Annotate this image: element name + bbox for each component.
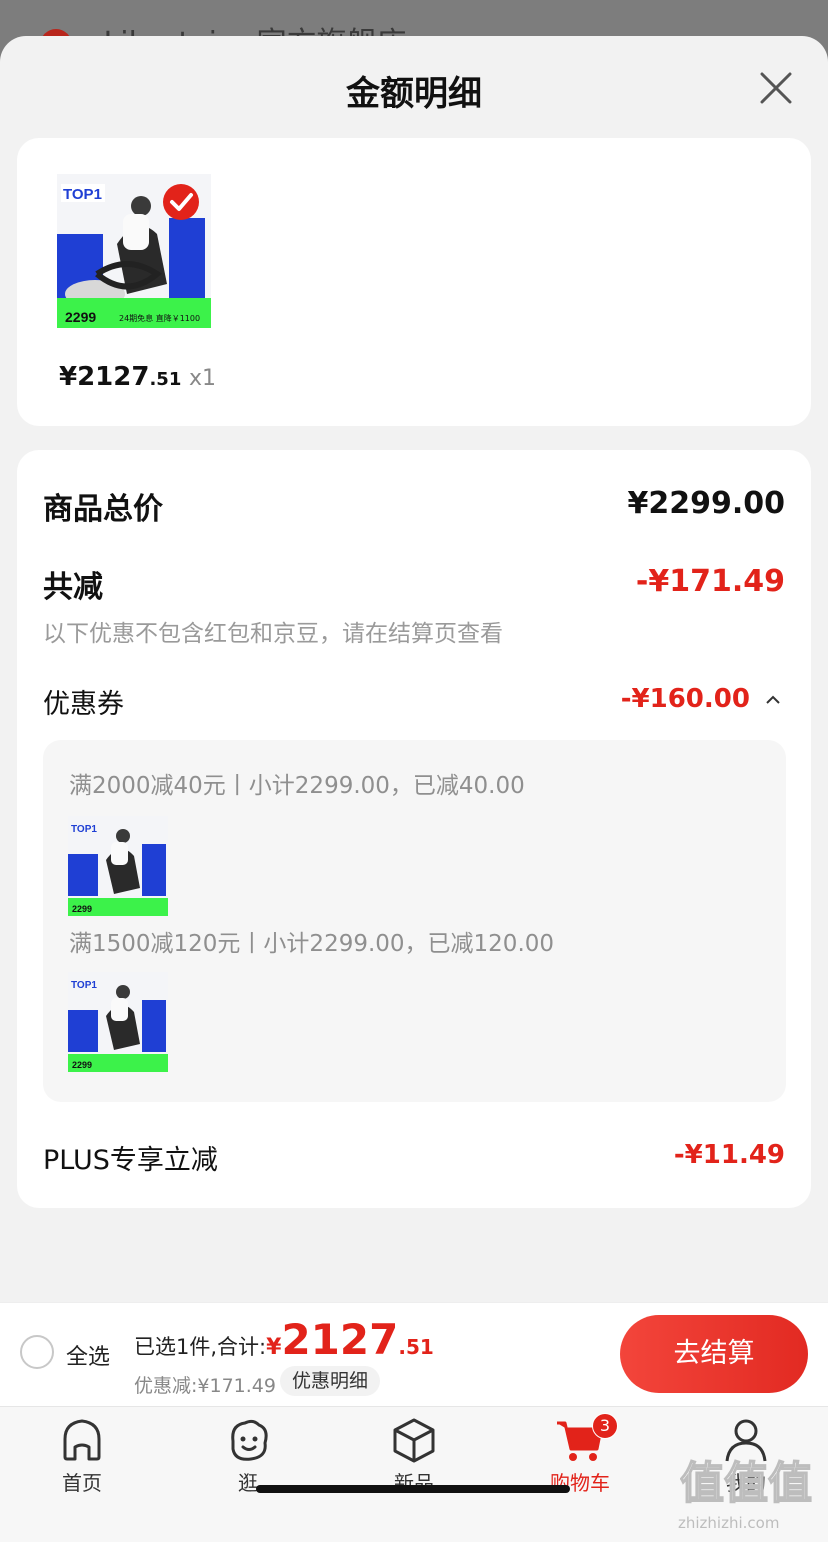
close-button[interactable] bbox=[756, 68, 796, 108]
coupon-thumb-1-price: 2299 bbox=[72, 904, 92, 914]
checkout-button[interactable]: 去结算 bbox=[620, 1315, 808, 1393]
total-reduce-label: 共减 bbox=[43, 570, 103, 605]
coupon-thumb-1-label: TOP1 bbox=[71, 824, 97, 835]
chevron-up-icon bbox=[766, 695, 780, 704]
total-amount-int: 2127 bbox=[281, 1315, 399, 1364]
home-icon bbox=[63, 1419, 101, 1461]
thumb-price: 2299 bbox=[65, 309, 96, 325]
amount-detail-sheet: 金额明细 TOP1 2299 24期免息 直降￥1100 ¥2127.51 x1… bbox=[0, 36, 828, 1542]
product-price-decimal: .51 bbox=[149, 369, 182, 390]
select-all-label[interactable]: 全选 bbox=[66, 1339, 110, 1371]
total-price-value: ¥2299.00 bbox=[627, 486, 785, 521]
price-detail-card: 商品总价 ¥2299.00 共减 -¥171.49 以下优惠不包含红包和京豆，请… bbox=[17, 450, 811, 1208]
coupon-value: -¥160.00 bbox=[620, 684, 750, 714]
coupon-product-thumb-1: TOP1 2299 bbox=[68, 816, 168, 916]
coupon-toggle[interactable]: -¥160.00 bbox=[621, 684, 781, 714]
sheet-title: 金额明细 bbox=[346, 74, 482, 114]
product-price: ¥2127.51 bbox=[59, 362, 181, 392]
total-price-label: 商品总价 bbox=[43, 492, 163, 527]
coupon-item-1: 满2000减40元丨小计2299.00，已减40.00 bbox=[69, 773, 525, 799]
total-yen: ¥ bbox=[266, 1335, 282, 1360]
tab-home[interactable]: 首页 bbox=[22, 1415, 142, 1505]
cube-icon bbox=[393, 1418, 435, 1463]
total-amount-dec: .51 bbox=[398, 1335, 434, 1359]
checkout-bar: 全选 已选1件,合计:¥2127.51 优惠减:¥171.49 优惠明细 去结算 bbox=[0, 1302, 828, 1406]
watermark-logo-text: 值值值 bbox=[680, 1458, 812, 1509]
plus-discount-value: -¥11.49 bbox=[673, 1140, 785, 1170]
close-icon bbox=[760, 72, 792, 104]
coupon-item-2: 满1500减120元丨小计2299.00，已减120.00 bbox=[69, 931, 555, 957]
discount-note: 以下优惠不包含红包和京豆，请在结算页查看 bbox=[43, 621, 503, 647]
home-indicator bbox=[256, 1485, 570, 1493]
total-reduce-value: -¥171.49 bbox=[635, 564, 785, 599]
coupon-product-thumb-2: TOP1 2299 bbox=[68, 972, 168, 1072]
select-all-radio[interactable] bbox=[20, 1335, 54, 1369]
cart-badge: 3 bbox=[592, 1413, 618, 1439]
product-quantity: x1 bbox=[189, 366, 217, 391]
tab-home-label: 首页 bbox=[62, 1471, 102, 1495]
watermark-logo: 值值值 bbox=[680, 1457, 813, 1510]
discount-detail-button[interactable]: 优惠明细 bbox=[280, 1366, 381, 1396]
checkout-summary: 已选1件,合计:¥2127.51 bbox=[134, 1315, 434, 1364]
face-icon bbox=[231, 1419, 268, 1461]
product-thumbnail[interactable]: TOP1 2299 24期免息 直降￥1100 bbox=[57, 174, 211, 328]
watermark-text: zhizhizhi.com bbox=[678, 1514, 780, 1532]
product-image: TOP1 2299 24期免息 直降￥1100 bbox=[57, 174, 211, 328]
thumb-top-label: TOP1 bbox=[63, 186, 102, 203]
coupon-label: 优惠券 bbox=[43, 689, 124, 720]
coupon-thumb-2-price: 2299 bbox=[72, 1060, 92, 1070]
discount-summary: 优惠减:¥171.49 bbox=[134, 1375, 276, 1397]
coupon-list: 满2000减40元丨小计2299.00，已减40.00 TOP1 2299 满1… bbox=[43, 740, 786, 1102]
coupon-thumb-2-label: TOP1 bbox=[71, 980, 97, 991]
product-card: TOP1 2299 24期免息 直降￥1100 ¥2127.51 x1 bbox=[17, 138, 811, 426]
plus-discount-label: PLUS专享立减 bbox=[43, 1145, 218, 1176]
selected-count-text: 已选1件,合计: bbox=[134, 1335, 267, 1359]
thumb-promo: 24期免息 直降￥1100 bbox=[119, 313, 200, 323]
product-price-main: ¥2127 bbox=[59, 362, 150, 392]
